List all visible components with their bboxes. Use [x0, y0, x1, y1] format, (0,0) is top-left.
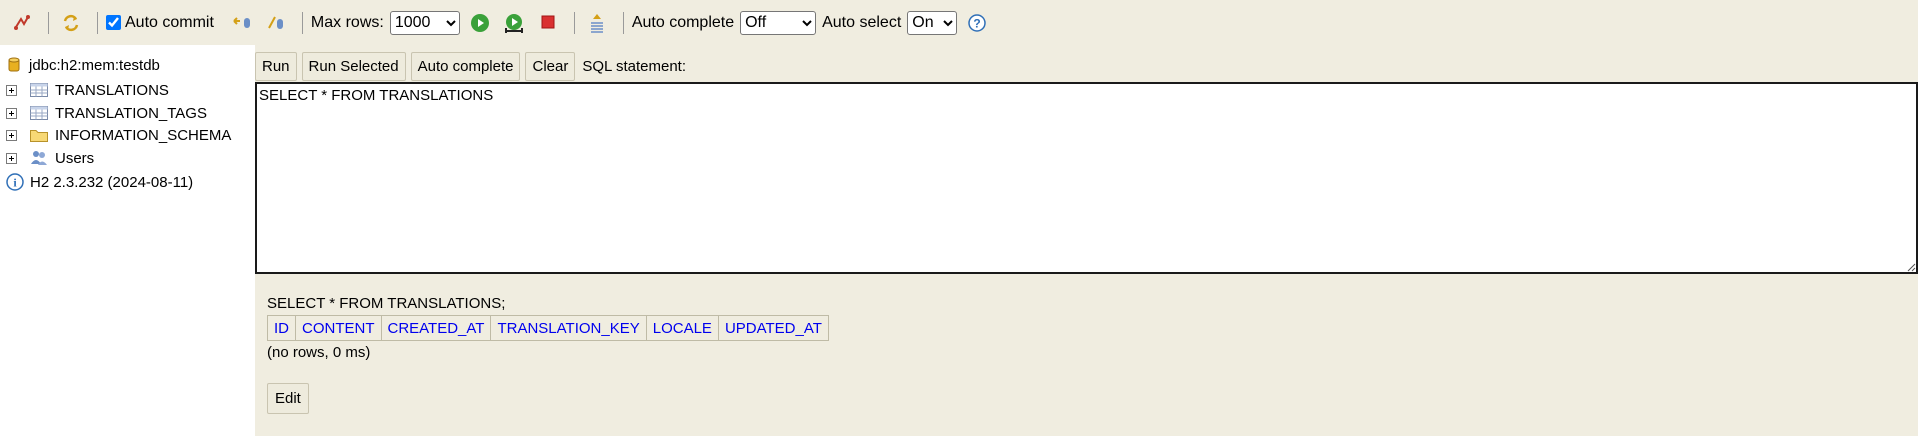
max-rows-label: Max rows:	[310, 13, 384, 31]
auto-select-select[interactable]: On	[907, 10, 958, 35]
auto-select-label: Auto select	[822, 13, 902, 31]
column-header[interactable]: UPDATED_AT	[717, 315, 829, 341]
tree-item-label: TRANSLATIONS	[55, 81, 169, 99]
tree-connection-label: jdbc:h2:mem:testdb	[29, 56, 160, 74]
max-rows-select[interactable]: 1000	[389, 10, 460, 35]
toolbar-separator	[301, 11, 303, 34]
tree-item-translation-tags[interactable]: TRANSLATION_TAGS	[6, 102, 207, 124]
help-icon[interactable]: ?	[963, 9, 991, 37]
table-icon	[29, 81, 49, 99]
commit-icon[interactable]	[262, 9, 290, 37]
result-table: ID CONTENT CREATED_AT TRANSLATION_KEY LO…	[267, 315, 829, 341]
column-header[interactable]: CREATED_AT	[380, 315, 492, 341]
column-header[interactable]: ID	[267, 315, 296, 341]
toolbar-separator	[97, 11, 98, 34]
auto-commit-label: Auto commit	[125, 13, 214, 31]
refresh-icon[interactable]	[57, 9, 85, 37]
table-icon	[29, 104, 49, 122]
sql-statement-label: SQL statement:	[582, 57, 687, 75]
run-icon[interactable]	[466, 9, 494, 37]
auto-complete-label: Auto complete	[631, 13, 735, 31]
column-header[interactable]: LOCALE	[645, 315, 719, 341]
expand-icon[interactable]	[6, 84, 17, 96]
column-header[interactable]: CONTENT	[295, 315, 382, 341]
expand-icon[interactable]	[6, 152, 17, 164]
auto-commit-checkbox[interactable]	[106, 15, 121, 30]
tree-version: i H2 2.3.232 (2024-08-11)	[6, 171, 193, 193]
result-info: (no rows, 0 ms)	[267, 344, 371, 361]
database-icon	[6, 56, 22, 74]
expand-icon[interactable]	[6, 129, 17, 141]
toolbar-separator	[622, 11, 624, 34]
auto-complete-button[interactable]: Auto complete	[410, 51, 521, 81]
tree-connection[interactable]: jdbc:h2:mem:testdb	[6, 54, 160, 76]
auto-complete-select[interactable]: Off	[740, 10, 817, 35]
toolbar-separator	[48, 11, 49, 34]
query-button-bar: Run Run Selected Auto complete Clear SQL…	[255, 51, 686, 81]
run-button[interactable]: Run	[255, 51, 297, 81]
resize-grip-icon[interactable]	[1906, 262, 1916, 272]
clear-button[interactable]: Clear	[525, 51, 576, 81]
query-panel: Run Run Selected Auto complete Clear SQL…	[255, 45, 1918, 436]
expand-icon[interactable]	[6, 107, 17, 119]
info-icon: i	[6, 173, 24, 191]
tree-item-label: TRANSLATION_TAGS	[55, 104, 207, 122]
run-selected-icon[interactable]	[500, 9, 528, 37]
edit-button[interactable]: Edit	[267, 383, 309, 414]
run-selected-button[interactable]: Run Selected	[301, 51, 406, 81]
toolbar-separator	[573, 11, 575, 34]
rollback-icon[interactable]	[228, 9, 256, 37]
disconnect-icon[interactable]	[8, 9, 36, 37]
svg-text:?: ?	[974, 16, 981, 30]
sql-editor[interactable]: SELECT * FROM TRANSLATIONS	[255, 82, 1918, 274]
stop-icon[interactable]	[534, 9, 562, 37]
tree-item-translations[interactable]: TRANSLATIONS	[6, 79, 169, 101]
tree-item-label: INFORMATION_SCHEMA	[55, 126, 232, 144]
users-icon	[29, 149, 49, 167]
tree-version-label: H2 2.3.232 (2024-08-11)	[30, 173, 194, 191]
column-header[interactable]: TRANSLATION_KEY	[490, 315, 647, 341]
result-header-row: ID CONTENT CREATED_AT TRANSLATION_KEY LO…	[267, 315, 829, 341]
schema-tree: jdbc:h2:mem:testdb TRANSLATIONS TRANSLAT…	[0, 45, 255, 436]
result-statement: SELECT * FROM TRANSLATIONS;	[267, 295, 506, 312]
tree-item-users[interactable]: Users	[6, 147, 94, 169]
tree-item-label: Users	[55, 149, 95, 167]
auto-commit-toggle[interactable]: Auto commit	[106, 14, 214, 32]
tree-item-information-schema[interactable]: INFORMATION_SCHEMA	[6, 124, 231, 146]
folder-icon	[29, 126, 49, 144]
history-icon[interactable]	[583, 9, 611, 37]
toolbar: Auto commit Max rows: 1000 Auto complete…	[0, 0, 1918, 45]
